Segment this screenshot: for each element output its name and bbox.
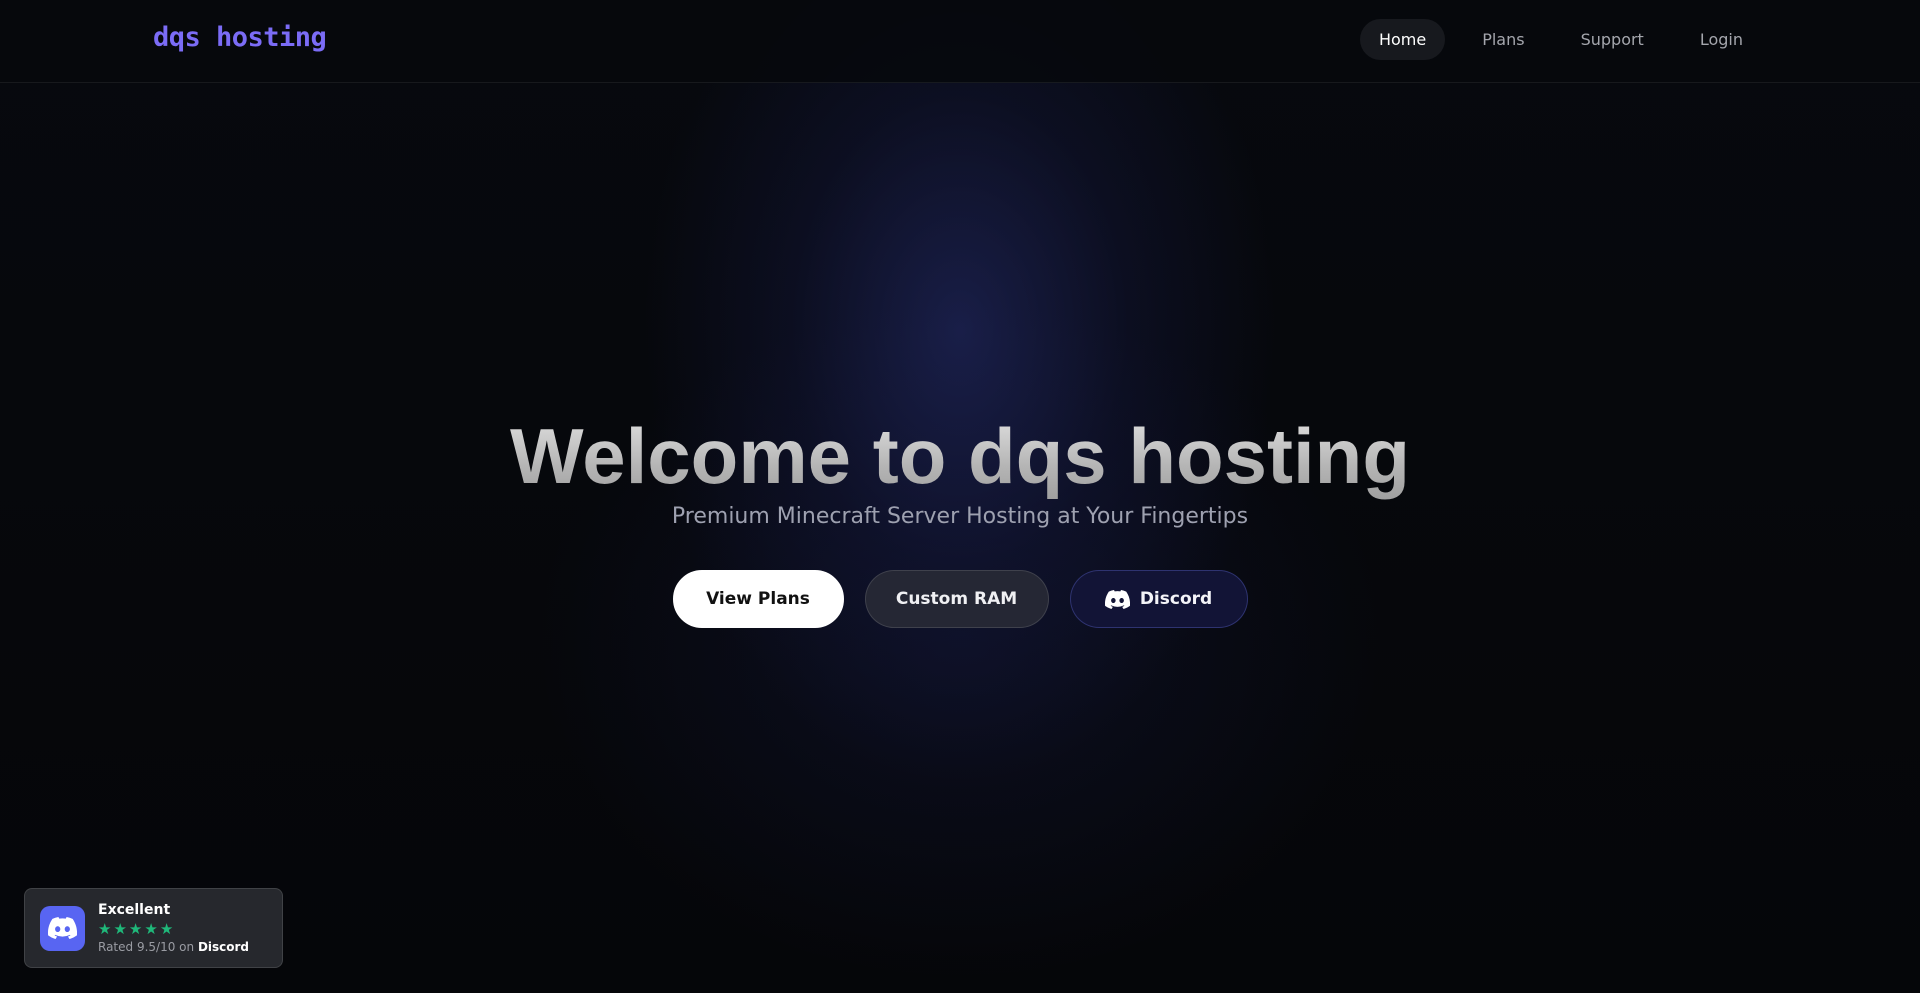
view-plans-label: View Plans [706,589,810,609]
star-icon: ★ [98,920,112,938]
star-rating: ★ ★ ★ ★ ★ [98,920,249,938]
rating-platform: Discord [197,940,250,954]
navbar: dqs hosting Home Plans Support Login [0,0,1920,83]
hero-actions: View Plans Custom RAM Discord [0,570,1920,628]
badge-text: Excellent ★ ★ ★ ★ ★ Rated 9.5/10 on Disc… [98,901,249,955]
nav-item-plans[interactable]: Plans [1463,19,1543,60]
star-icon: ★ [113,920,127,938]
discord-label: Discord [1139,589,1213,609]
star-icon: ★ [128,920,143,938]
main-nav: Home Plans Support Login [1359,19,1762,60]
nav-item-home[interactable]: Home [1359,19,1446,60]
badge-title: Excellent [98,902,171,918]
hero-subtitle: Premium Minecraft Server Hosting at Your… [671,504,1249,529]
hero-title: Welcome to dqs hosting [0,412,1920,502]
custom-ram-button[interactable]: Custom RAM [864,570,1049,628]
page: dqs hosting Home Plans Support Login Wel… [0,0,1920,993]
custom-ram-label: Custom RAM [895,589,1018,609]
nav-item-login[interactable]: Login [1681,19,1762,60]
star-icon: ★ [159,920,174,938]
logo[interactable]: dqs hosting [153,22,327,53]
rating-badge[interactable]: Excellent ★ ★ ★ ★ ★ Rated 9.5/10 on Disc… [24,888,283,968]
discord-button[interactable]: Discord [1069,570,1248,628]
discord-icon [1104,589,1130,609]
view-plans-button[interactable]: View Plans [672,570,844,628]
discord-icon [40,905,85,951]
badge-rating: Rated 9.5/10 on Discord [98,939,249,955]
nav-item-support[interactable]: Support [1562,19,1663,60]
rating-text: Rated 9.5/10 on [98,940,195,954]
star-icon: ★ [144,920,158,938]
